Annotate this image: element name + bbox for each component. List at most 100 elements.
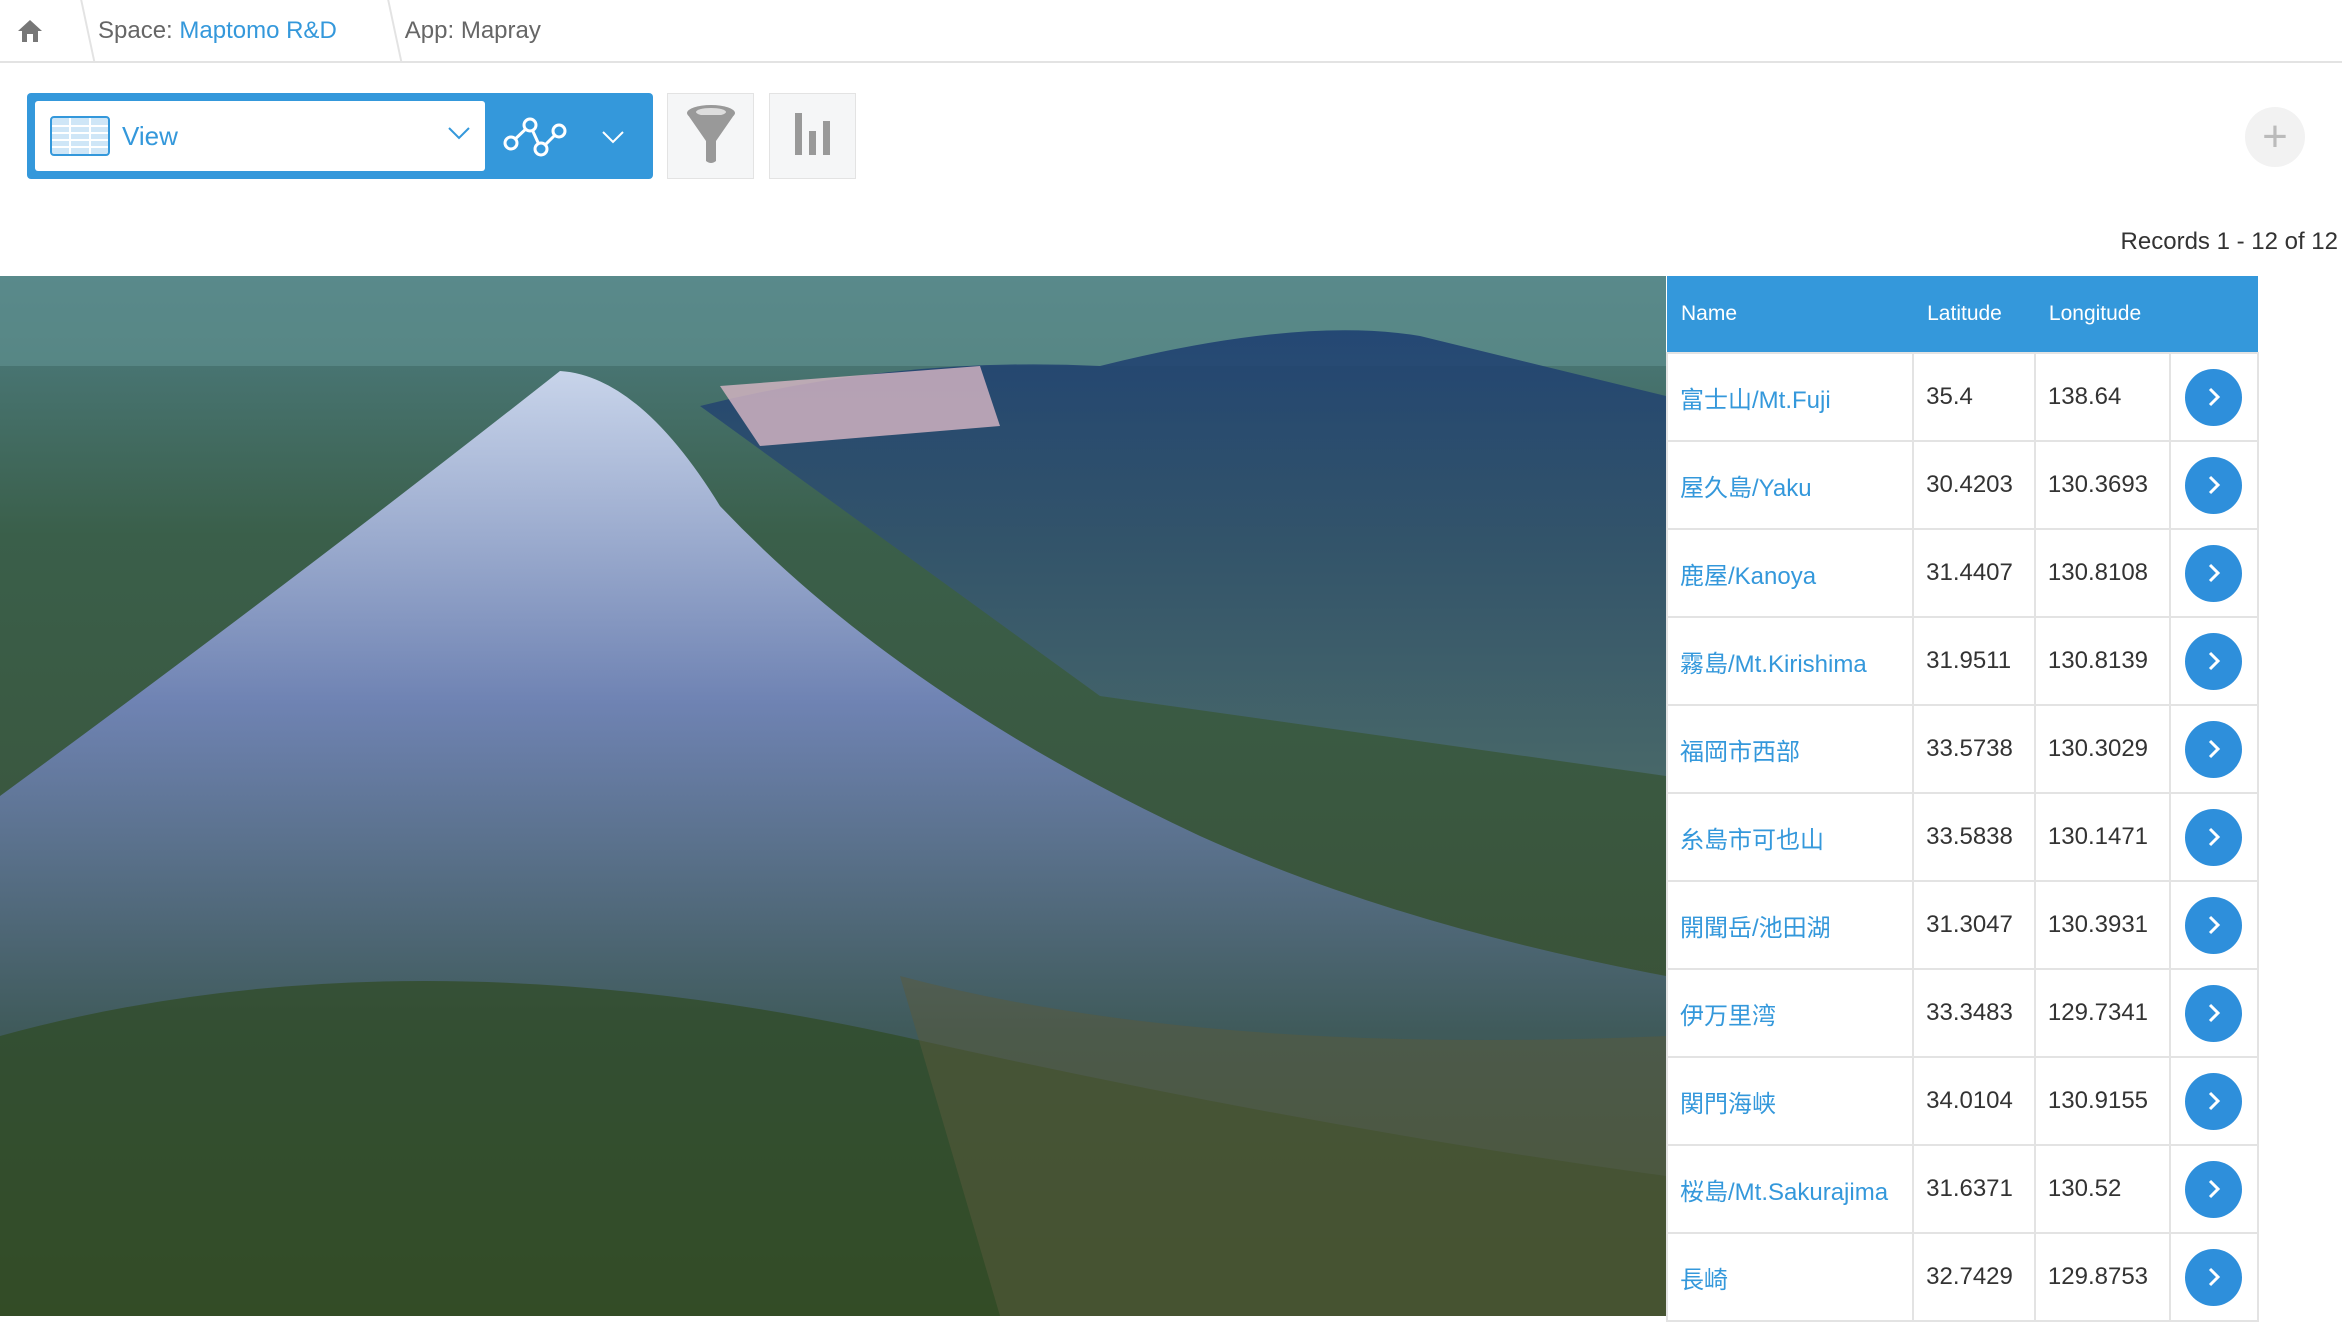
graph-icon (503, 113, 579, 164)
open-record-button[interactable] (2185, 1248, 2243, 1306)
space-link[interactable]: Maptomo R&D (179, 17, 336, 45)
cell-action (2168, 352, 2260, 442)
cell-name[interactable]: 福岡市西部 (1665, 704, 1915, 794)
chevron-right-icon (2208, 563, 2220, 583)
column-header-name[interactable]: Name (1667, 276, 1914, 353)
open-record-button[interactable] (2185, 720, 2243, 778)
table-row: 長崎 32.7429 129.8753 (1665, 1232, 2260, 1322)
table-row: 富士山/Mt.Fuji 35.4 138.64 (1665, 352, 2260, 442)
cell-action (2168, 792, 2260, 882)
chevron-right-icon (2208, 1091, 2220, 1111)
cell-action (2168, 440, 2260, 530)
cell-latitude: 30.4203 (1912, 440, 2036, 530)
open-record-button[interactable] (2185, 632, 2243, 690)
cell-name[interactable]: 伊万里湾 (1665, 968, 1915, 1058)
view-label: View (122, 120, 178, 151)
open-record-button[interactable] (2185, 984, 2243, 1042)
table-row: 鹿屋/Kanoya 31.4407 130.8108 (1665, 528, 2260, 618)
chevron-right-icon (2208, 475, 2220, 495)
table-row: 福岡市西部 33.5738 130.3029 (1665, 704, 2260, 794)
table-row: 屋久島/Yaku 30.4203 130.3693 (1665, 440, 2260, 530)
cell-longitude: 130.1471 (2033, 792, 2171, 882)
cell-name[interactable]: 糸島市可也山 (1665, 792, 1915, 882)
cell-action (2168, 1144, 2260, 1234)
filter-button[interactable] (667, 93, 754, 179)
breadcrumb-app[interactable]: App: Mapray (367, 0, 571, 62)
breadcrumb-bar: Space: Maptomo R&D App: Mapray (0, 0, 2342, 63)
cell-name[interactable]: 鹿屋/Kanoya (1665, 528, 1915, 618)
table-row: 桜島/Mt.Sakurajima 31.6371 130.52 (1665, 1144, 2260, 1234)
chevron-down-icon (601, 129, 625, 150)
chevron-right-icon (2208, 651, 2220, 671)
cell-latitude: 31.6371 (1912, 1144, 2036, 1234)
cell-action (2168, 528, 2260, 618)
cell-action (2168, 1232, 2260, 1322)
chevron-right-icon (2208, 827, 2220, 847)
column-header-latitude[interactable]: Latitude (1913, 276, 2035, 353)
cell-action (2168, 968, 2260, 1058)
cell-longitude: 138.64 (2033, 352, 2171, 442)
cell-longitude: 130.3029 (2033, 704, 2171, 794)
column-header-actions (2169, 276, 2258, 353)
cell-latitude: 31.4407 (1912, 528, 2036, 618)
table-row: 開聞岳/池田湖 31.3047 130.3931 (1665, 880, 2260, 970)
cell-longitude: 130.8139 (2033, 616, 2171, 706)
map-3d-view[interactable] (0, 276, 1666, 1316)
cell-name[interactable]: 富士山/Mt.Fuji (1665, 352, 1915, 442)
cell-longitude: 130.52 (2033, 1144, 2171, 1234)
cell-longitude: 129.7341 (2033, 968, 2171, 1058)
open-record-button[interactable] (2185, 808, 2243, 866)
cell-action (2168, 704, 2260, 794)
open-record-button[interactable] (2185, 456, 2243, 514)
cell-longitude: 130.9155 (2033, 1056, 2171, 1146)
plus-icon: + (2262, 112, 2288, 161)
table-header: Name Latitude Longitude (1667, 276, 2258, 353)
records-table: Name Latitude Longitude 富士山/Mt.Fuji 35.4… (1665, 276, 2260, 1322)
cell-longitude: 130.3931 (2033, 880, 2171, 970)
cell-longitude: 130.3693 (2033, 440, 2171, 530)
cell-latitude: 32.7429 (1912, 1232, 2036, 1322)
cell-latitude: 31.9511 (1912, 616, 2036, 706)
open-record-button[interactable] (2185, 896, 2243, 954)
chevron-right-icon (2208, 1003, 2220, 1023)
add-record-button[interactable]: + (2245, 107, 2305, 167)
chevron-right-icon (2208, 1267, 2220, 1287)
cell-action (2168, 616, 2260, 706)
cell-latitude: 31.3047 (1912, 880, 2036, 970)
open-record-button[interactable] (2185, 1160, 2243, 1218)
table-row: 関門海峡 34.0104 130.9155 (1665, 1056, 2260, 1146)
column-header-longitude[interactable]: Longitude (2034, 276, 2170, 353)
open-record-button[interactable] (2185, 544, 2243, 602)
chart-button[interactable] (769, 93, 856, 179)
cell-name[interactable]: 桜島/Mt.Sakurajima (1665, 1144, 1915, 1234)
cell-action (2168, 1056, 2260, 1146)
cell-action (2168, 880, 2260, 970)
space-prefix: Space: (98, 16, 173, 44)
cell-longitude: 129.8753 (2033, 1232, 2171, 1322)
chevron-right-icon (2208, 915, 2220, 935)
chevron-right-icon (2208, 739, 2220, 759)
cell-longitude: 130.8108 (2033, 528, 2171, 618)
cell-latitude: 33.5838 (1912, 792, 2036, 882)
bar-chart-icon (793, 111, 833, 162)
table-row: 霧島/Mt.Kirishima 31.9511 130.8139 (1665, 616, 2260, 706)
graph-view-button[interactable] (493, 93, 653, 179)
cell-name[interactable]: 開聞岳/池田湖 (1665, 880, 1915, 970)
table-icon (50, 116, 110, 156)
cell-name[interactable]: 関門海峡 (1665, 1056, 1915, 1146)
open-record-button[interactable] (2185, 368, 2243, 426)
cell-name[interactable]: 長崎 (1665, 1232, 1915, 1322)
table-row: 伊万里湾 33.3483 129.7341 (1665, 968, 2260, 1058)
cell-latitude: 35.4 (1912, 352, 2036, 442)
chevron-right-icon (2208, 1179, 2220, 1199)
view-selector-group: View (27, 93, 653, 179)
table-row: 糸島市可也山 33.5838 130.1471 (1665, 792, 2260, 882)
filter-icon (685, 103, 737, 170)
cell-name[interactable]: 霧島/Mt.Kirishima (1665, 616, 1915, 706)
cell-latitude: 33.5738 (1912, 704, 2036, 794)
home-icon[interactable] (0, 0, 60, 62)
view-dropdown[interactable]: View (35, 101, 485, 171)
chevron-down-icon (447, 125, 471, 146)
cell-name[interactable]: 屋久島/Yaku (1665, 440, 1915, 530)
open-record-button[interactable] (2185, 1072, 2243, 1130)
